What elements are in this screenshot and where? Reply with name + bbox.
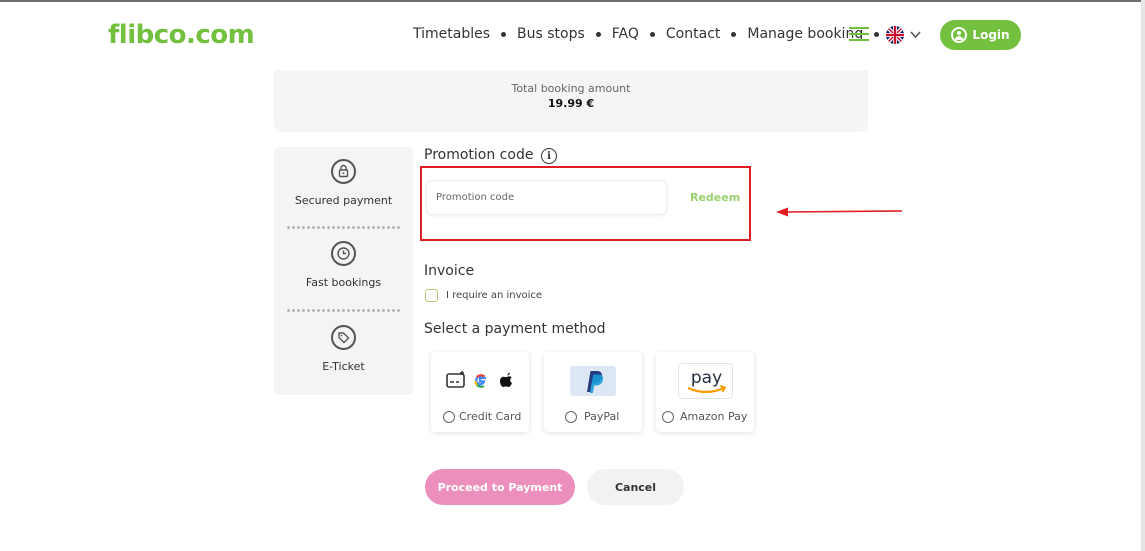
total-label: Total booking amount <box>511 82 631 95</box>
nav-separator <box>595 31 601 37</box>
feature-label: Secured payment <box>294 194 393 207</box>
promotion-code-input[interactable] <box>426 180 667 215</box>
main-nav: Timetables Bus stops FAQ Contact Manage … <box>413 26 890 42</box>
login-label: Login <box>972 28 1010 42</box>
dotted-divider <box>286 226 401 229</box>
total-summary: Total booking amount 19.99 € <box>274 70 868 132</box>
chevron-down-icon[interactable] <box>910 28 921 42</box>
paypal-icon <box>570 366 616 396</box>
nav-separator <box>649 31 655 37</box>
top-border <box>0 0 1145 2</box>
payment-option-paypal[interactable]: PayPal <box>544 352 642 432</box>
invoice-title: Invoice <box>424 263 475 279</box>
payment-radio[interactable] <box>565 411 577 423</box>
payment-option-amazon-pay[interactable]: pay Amazon Pay <box>656 352 754 432</box>
cancel-button[interactable]: Cancel <box>587 469 684 505</box>
site-logo[interactable]: flibco.com <box>108 20 255 50</box>
promotion-title: Promotion code <box>424 147 534 163</box>
clock-icon <box>331 241 356 266</box>
invoice-checkbox-label[interactable]: I require an invoice <box>446 290 542 301</box>
arrow-annotation-icon <box>776 207 903 217</box>
payment-radio[interactable] <box>662 411 674 423</box>
lock-icon <box>331 159 356 184</box>
payment-title: Select a payment method <box>424 321 606 337</box>
feature-e-ticket: E-Ticket <box>274 325 413 373</box>
amazon-pay-icon: pay <box>678 363 733 399</box>
redeem-button[interactable]: Redeem <box>690 191 740 204</box>
dotted-divider <box>286 309 401 312</box>
info-icon[interactable]: i <box>541 148 557 164</box>
feature-secured-payment: Secured payment <box>274 159 413 207</box>
hamburger-menu-icon[interactable] <box>849 27 869 42</box>
invoice-checkbox[interactable] <box>425 289 438 302</box>
nav-bus-stops[interactable]: Bus stops <box>517 26 585 42</box>
payment-option-credit-card[interactable]: Credit Card <box>431 352 529 432</box>
nav-contact[interactable]: Contact <box>666 26 720 42</box>
nav-faq[interactable]: FAQ <box>612 26 639 42</box>
login-button[interactable]: Login <box>940 20 1021 50</box>
features-panel: Secured payment Fast bookings E-Ticket <box>274 147 413 395</box>
credit-card-google-apple-icons <box>446 371 512 388</box>
uk-flag-icon[interactable] <box>886 26 904 44</box>
nav-separator <box>501 31 507 37</box>
feature-fast-bookings: Fast bookings <box>274 241 413 289</box>
proceed-to-payment-button[interactable]: Proceed to Payment <box>425 469 575 505</box>
nav-manage-booking[interactable]: Manage booking <box>747 26 863 42</box>
total-value: 19.99 € <box>547 97 595 110</box>
payment-radio[interactable] <box>443 411 455 423</box>
tag-icon <box>331 325 356 350</box>
feature-label: E-Ticket <box>322 360 365 373</box>
svg-text:pay: pay <box>691 368 722 388</box>
feature-label: Fast bookings <box>305 276 382 289</box>
payment-label: Credit Card <box>459 410 522 423</box>
nav-separator <box>874 31 880 37</box>
scrollbar[interactable] <box>1141 0 1145 551</box>
user-icon <box>951 27 968 43</box>
nav-timetables[interactable]: Timetables <box>413 26 490 42</box>
payment-label: Amazon Pay <box>680 410 748 423</box>
payment-label: PayPal <box>584 410 620 423</box>
nav-separator <box>731 31 737 37</box>
